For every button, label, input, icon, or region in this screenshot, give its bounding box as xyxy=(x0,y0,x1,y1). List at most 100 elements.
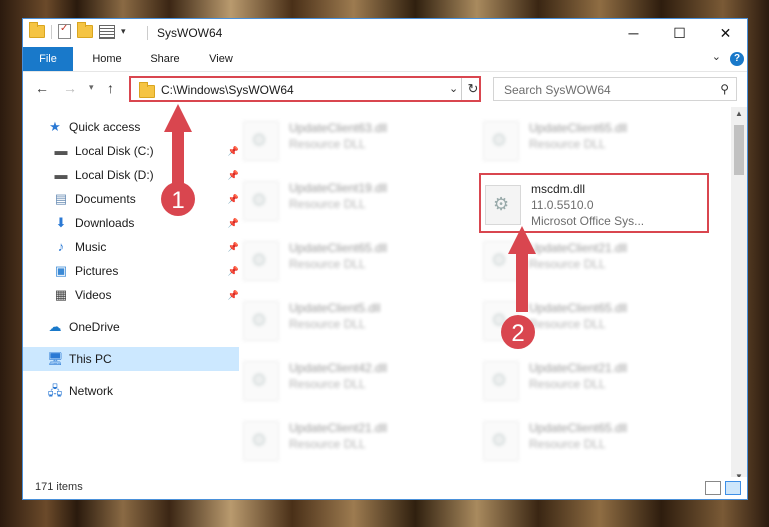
quick-access-toolbar: ▾ xyxy=(29,22,126,39)
tab-view[interactable]: View xyxy=(195,47,247,71)
download-icon: ⬇ xyxy=(55,215,67,230)
file-item[interactable]: UpdateClient63.dll Resource DLL xyxy=(243,115,473,165)
documents-icon: ▤ xyxy=(54,191,68,206)
dll-file-icon xyxy=(243,181,279,221)
maximize-button[interactable]: ☐ xyxy=(657,19,702,47)
file-item[interactable]: UpdateClient65.dll Resource DLL xyxy=(483,415,713,465)
address-path[interactable]: C:\Windows\SysWOW64 xyxy=(161,83,294,97)
file-name: UpdateClient65.dll xyxy=(529,421,628,435)
sidebar-item-music[interactable]: ♪ Music 📌 xyxy=(23,235,245,259)
tab-home[interactable]: Home xyxy=(81,47,133,71)
sidebar-item-pictures[interactable]: ▣ Pictures 📌 xyxy=(23,259,245,283)
file-type: Resource DLL xyxy=(529,377,606,391)
file-item[interactable]: UpdateClient65.dll Resource DLL xyxy=(483,115,713,165)
dll-file-icon xyxy=(483,121,519,161)
search-icon[interactable]: ⚲ xyxy=(720,82,729,96)
search-input[interactable]: Search SysWOW64 ⚲ xyxy=(493,77,737,101)
recent-locations-icon[interactable]: ▾ xyxy=(89,82,94,93)
scrollbar-thumb[interactable] xyxy=(734,125,744,175)
separator xyxy=(51,24,52,39)
file-name: UpdateClient65.dll xyxy=(529,301,628,315)
customize-view-icon[interactable] xyxy=(99,24,115,39)
close-button[interactable]: ✕ xyxy=(703,19,748,47)
vertical-scrollbar[interactable]: ▲ ▼ xyxy=(731,107,747,483)
sidebar-item-network[interactable]: 🖧 Network xyxy=(23,379,239,403)
file-type: Resource DLL xyxy=(529,257,606,271)
file-item[interactable]: UpdateClient65.dll Resource DLL xyxy=(243,235,473,285)
file-type: Resource DLL xyxy=(529,437,606,451)
sidebar-item-label: Pictures xyxy=(75,264,119,278)
sidebar-item-label: This PC xyxy=(69,352,112,366)
file-name: UpdateClient21.dll xyxy=(289,421,388,435)
properties-icon[interactable] xyxy=(58,23,71,39)
sidebar-item-local-disk-c[interactable]: ▬ Local Disk (C:) 📌 xyxy=(23,139,245,163)
file-item[interactable]: UpdateClient42.dll Resource DLL xyxy=(243,355,473,405)
expand-ribbon-icon[interactable]: ⌄ xyxy=(712,50,721,63)
sidebar-item-onedrive[interactable]: ☁ OneDrive xyxy=(23,315,239,339)
sidebar-item-label: Quick access xyxy=(69,120,141,134)
minimize-button[interactable]: ─ xyxy=(611,19,656,47)
up-arrow-icon[interactable]: ↑ xyxy=(107,80,114,96)
videos-icon: ▦ xyxy=(54,287,68,302)
file-item[interactable]: UpdateClient21.dll Resource DLL xyxy=(483,355,713,405)
search-placeholder: Search SysWOW64 xyxy=(504,83,611,97)
sidebar-item-documents[interactable]: ▤ Documents 📌 xyxy=(23,187,245,211)
back-arrow-icon[interactable]: ← xyxy=(35,80,49,96)
folder-icon xyxy=(139,82,155,98)
sidebar-item-this-pc[interactable]: 🖥 This PC xyxy=(23,347,239,371)
navigation-pane: ★ Quick access ▬ Local Disk (C:) 📌 ▬ Loc… xyxy=(23,107,239,467)
help-icon[interactable]: ? xyxy=(730,52,744,66)
sidebar-item-label: Downloads xyxy=(75,216,135,230)
separator xyxy=(147,26,148,40)
file-item[interactable]: UpdateClient5.dll Resource DLL xyxy=(243,295,473,345)
dll-file-icon xyxy=(243,241,279,281)
file-name: UpdateClient65.dll xyxy=(289,241,388,255)
large-icons-view-icon[interactable] xyxy=(725,481,741,495)
new-folder-icon[interactable] xyxy=(77,22,93,38)
refresh-icon[interactable]: ↻ xyxy=(461,78,484,100)
file-type: Resource DLL xyxy=(529,137,606,151)
dll-file-icon xyxy=(483,301,519,341)
tab-file[interactable]: File xyxy=(23,47,73,71)
folder-icon[interactable] xyxy=(29,22,45,38)
chevron-down-icon[interactable]: ▾ xyxy=(121,26,126,37)
pc-icon: 🖥 xyxy=(47,351,64,366)
file-item[interactable]: UpdateClient19.dll Resource DLL xyxy=(243,175,473,225)
file-name: UpdateClient21.dll xyxy=(529,241,628,255)
file-type: Resource DLL xyxy=(529,317,606,331)
title-bar: ▾ SysWOW64 ─ ☐ ✕ xyxy=(23,19,747,47)
dll-file-icon xyxy=(243,121,279,161)
details-view-icon[interactable] xyxy=(705,481,721,495)
tab-share[interactable]: Share xyxy=(139,47,191,71)
sidebar-item-local-disk-d[interactable]: ▬ Local Disk (D:) 📌 xyxy=(23,163,245,187)
file-name: UpdateClient21.dll xyxy=(529,361,628,375)
sidebar-item-label: Local Disk (C:) xyxy=(75,144,154,158)
file-item[interactable]: UpdateClient21.dll Resource DLL xyxy=(243,415,473,465)
view-switcher xyxy=(705,481,741,495)
file-list: UpdateClient63.dll Resource DLL UpdateCl… xyxy=(219,107,733,467)
file-item[interactable]: UpdateClient21.dll Resource DLL xyxy=(483,235,713,285)
file-name: UpdateClient42.dll xyxy=(289,361,388,375)
file-name: UpdateClient65.dll xyxy=(529,121,628,135)
network-icon: 🖧 xyxy=(47,383,63,398)
file-type: Resource DLL xyxy=(289,377,366,391)
sidebar-item-label: Music xyxy=(75,240,107,254)
forward-arrow-icon[interactable]: → xyxy=(63,80,77,96)
music-icon: ♪ xyxy=(57,239,65,254)
dll-file-icon xyxy=(483,241,519,281)
file-item[interactable]: UpdateClient65.dll Resource DLL xyxy=(483,295,713,345)
sidebar-item-label: Videos xyxy=(75,288,112,302)
dll-file-icon xyxy=(243,361,279,401)
item-count: 171 items xyxy=(35,481,83,493)
chevron-down-icon[interactable]: ⌄ xyxy=(449,82,458,95)
file-explorer-window: ▾ SysWOW64 ─ ☐ ✕ File Home Share View ⌄ … xyxy=(22,18,748,500)
sidebar-item-label: Local Disk (D:) xyxy=(75,168,154,182)
sidebar-item-videos[interactable]: ▦ Videos 📌 xyxy=(23,283,245,307)
file-name: UpdateClient63.dll xyxy=(289,121,388,135)
disk-icon: ▬ xyxy=(54,167,68,182)
sidebar-item-quick-access[interactable]: ★ Quick access xyxy=(23,115,239,139)
sidebar-item-downloads[interactable]: ⬇ Downloads 📌 xyxy=(23,211,245,235)
scroll-up-icon[interactable]: ▲ xyxy=(731,109,747,118)
file-name: UpdateClient5.dll xyxy=(289,301,381,315)
address-bar[interactable]: C:\Windows\SysWOW64 ⌄ ↻ xyxy=(129,76,481,102)
